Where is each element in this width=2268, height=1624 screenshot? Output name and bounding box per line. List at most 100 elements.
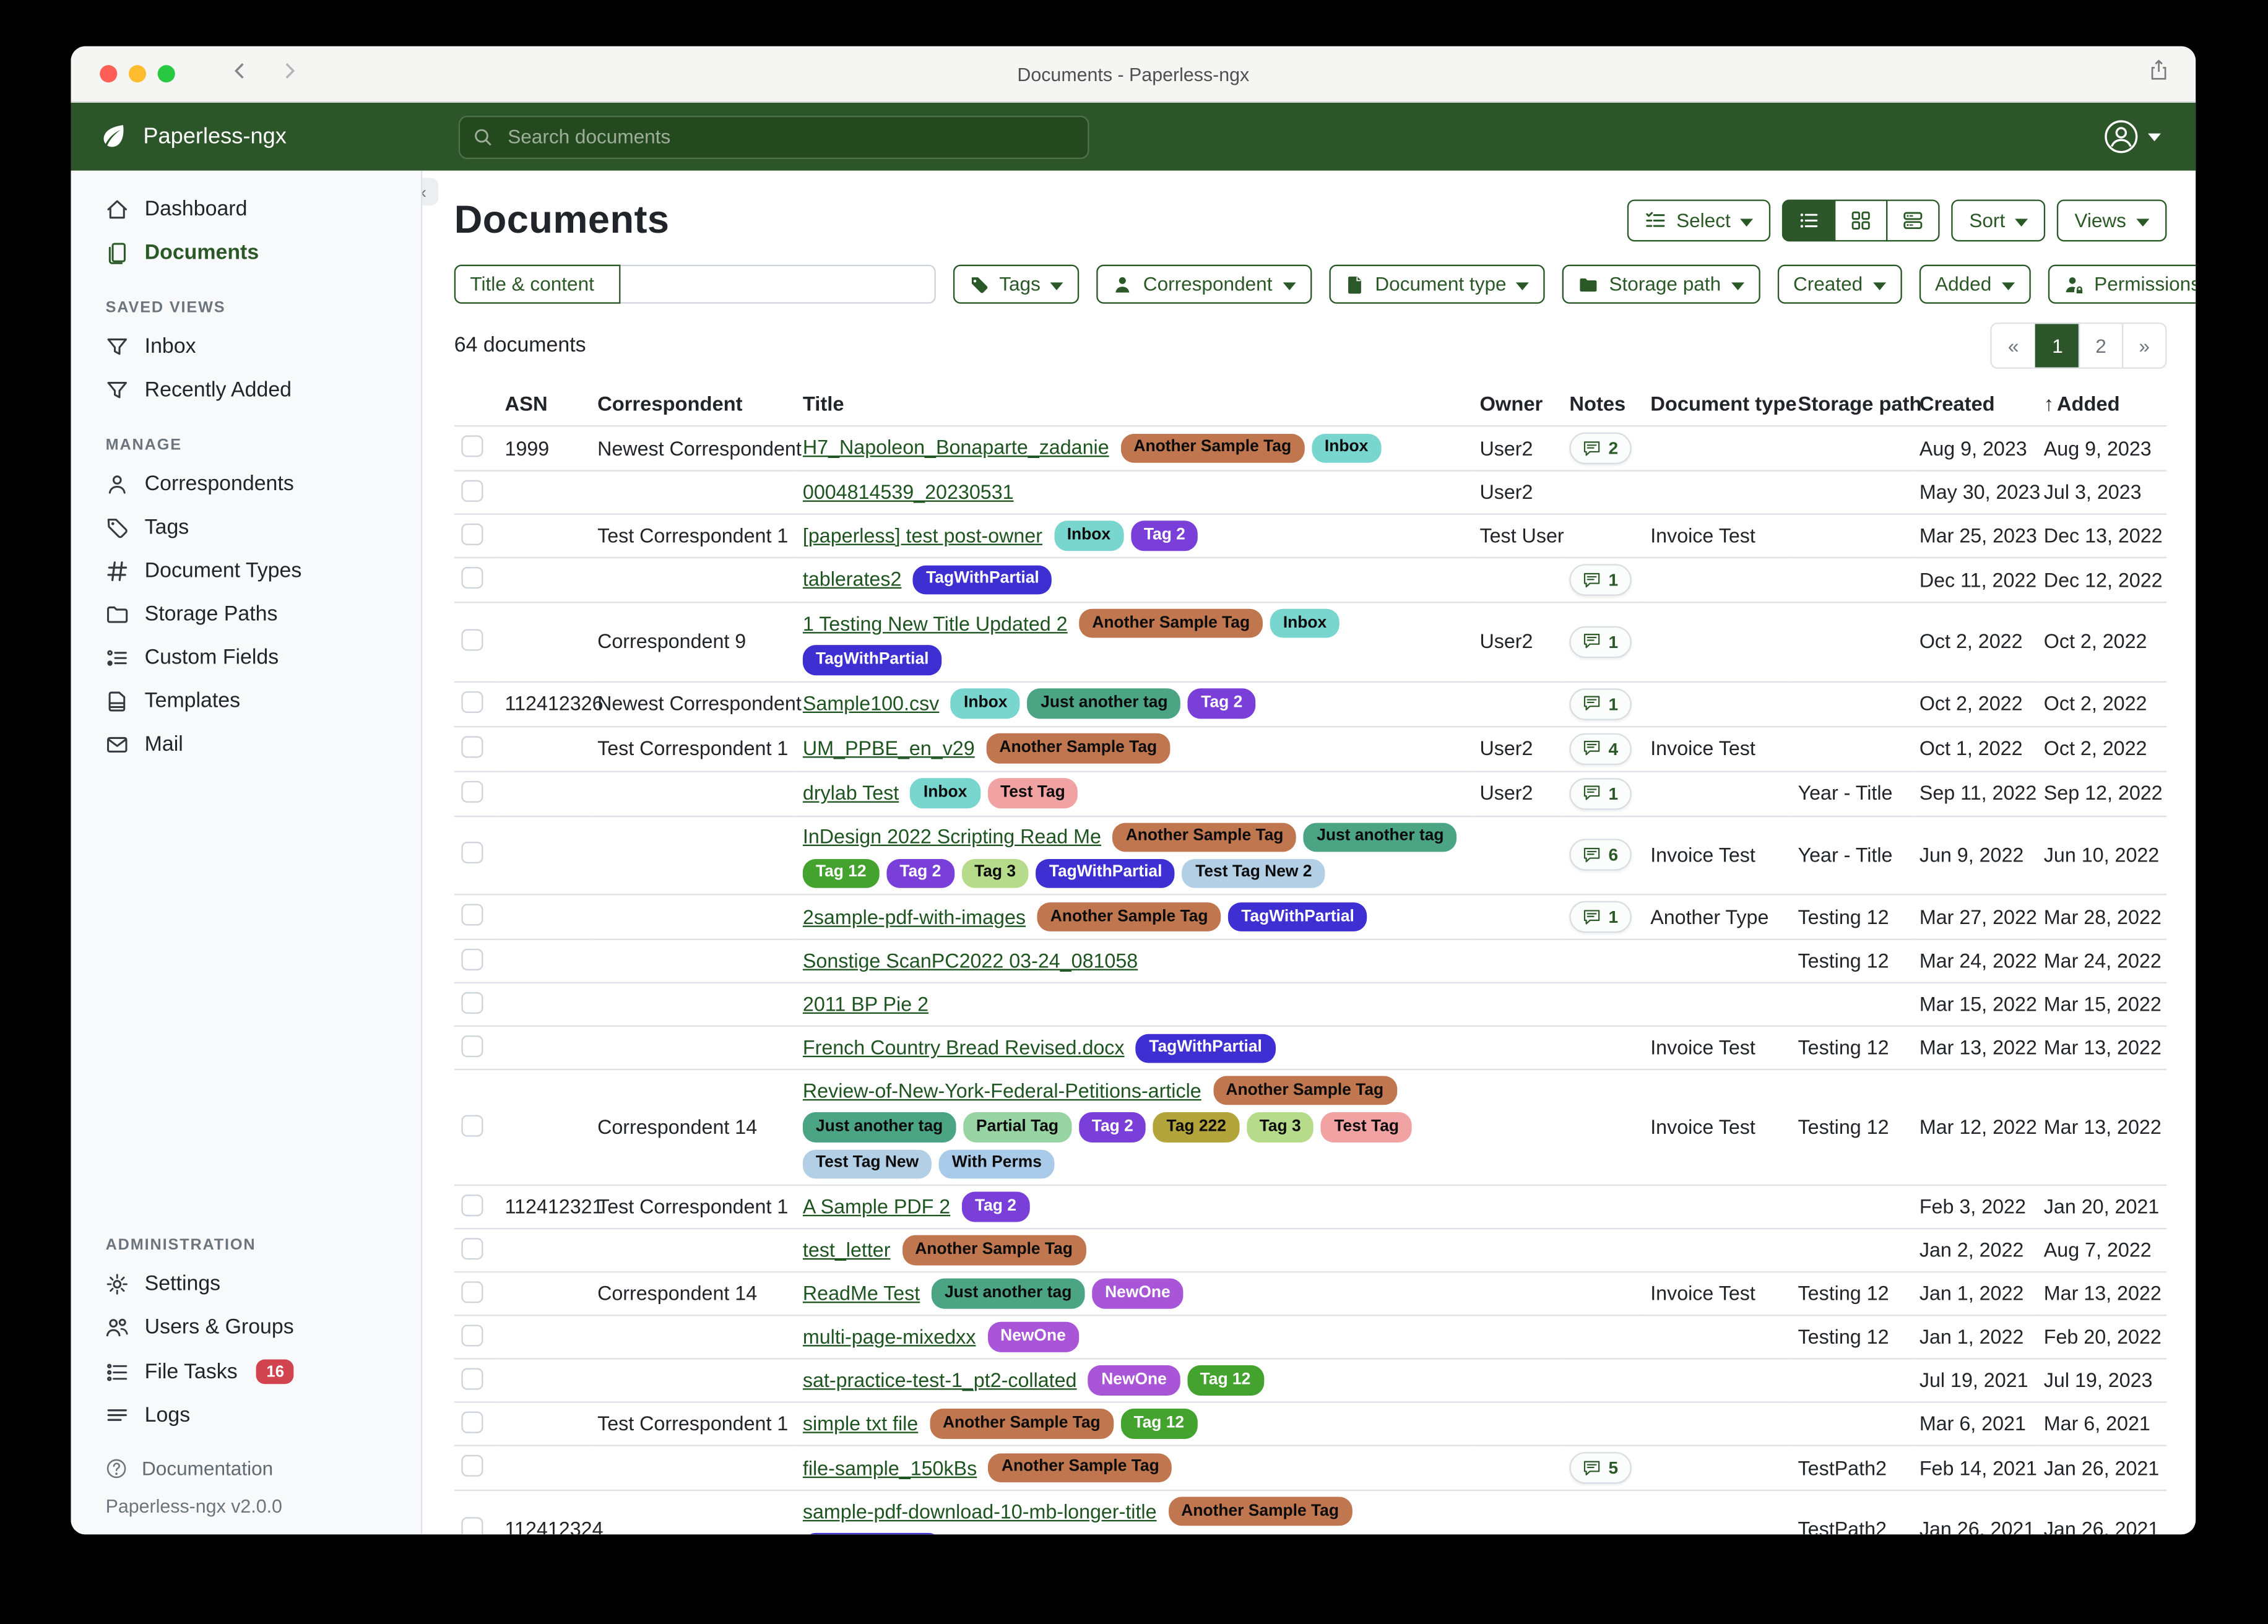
sidebar-item-dashboard[interactable]: Dashboard	[71, 188, 420, 231]
tag-badge[interactable]: Just another tag	[1028, 689, 1180, 718]
tag-badge[interactable]: Tag 12	[803, 859, 880, 888]
filter-added-button[interactable]: Added	[1919, 265, 2030, 304]
tag-badge[interactable]: Test Tag	[987, 779, 1078, 808]
tag-badge[interactable]: Just another tag	[1304, 823, 1456, 852]
sidebar-item-custom-fields[interactable]: Custom Fields	[71, 636, 420, 680]
document-title-link[interactable]: 2sample-pdf-with-images	[803, 906, 1026, 928]
tag-badge[interactable]: Another Sample Tag	[930, 1409, 1114, 1438]
tag-badge[interactable]: Tag 2	[886, 859, 954, 888]
tag-badge[interactable]: Another Sample Tag	[1037, 902, 1221, 931]
row-checkbox[interactable]	[461, 1517, 483, 1534]
document-title-link[interactable]: drylab Test	[803, 782, 899, 804]
tag-badge[interactable]: TagWithPartial	[1036, 859, 1175, 888]
row-checkbox[interactable]	[461, 567, 483, 589]
tag-badge[interactable]: TagWithPartial	[803, 646, 942, 675]
tag-badge[interactable]: Inbox	[1054, 521, 1123, 550]
sidebar-item-logs[interactable]: Logs	[71, 1394, 420, 1438]
row-checkbox[interactable]	[461, 1281, 483, 1302]
document-title-link[interactable]: 2011 BP Pie 2	[803, 994, 928, 1016]
document-title-link[interactable]: multi-page-mixedxx	[803, 1326, 976, 1348]
sidebar-item-file-tasks[interactable]: File Tasks16	[71, 1349, 420, 1394]
close-window-button[interactable]	[100, 65, 117, 82]
tag-badge[interactable]: Another Sample Tag	[989, 1453, 1172, 1482]
browser-forward-icon[interactable]	[279, 60, 300, 87]
column-header-created[interactable]: Created	[1912, 382, 2036, 426]
row-checkbox[interactable]	[461, 523, 483, 545]
document-title-link[interactable]: Review-of-New-York-Federal-Petitions-art…	[803, 1080, 1201, 1102]
notes-badge[interactable]: 1	[1569, 777, 1631, 809]
document-title-link[interactable]: file-sample_150kBs	[803, 1457, 977, 1479]
column-header-storage-path[interactable]: Storage path	[1791, 382, 1912, 426]
title-content-input[interactable]	[620, 265, 935, 304]
column-header-document-type[interactable]: Document type	[1643, 382, 1791, 426]
row-checkbox[interactable]	[461, 842, 483, 864]
document-title-link[interactable]: sat-practice-test-1_pt2-collated	[803, 1370, 1077, 1391]
row-checkbox[interactable]	[461, 780, 483, 802]
tag-badge[interactable]: Tag 2	[1131, 521, 1198, 550]
sidebar-item-documents[interactable]: Documents	[71, 231, 420, 275]
pagination-next[interactable]: »	[2122, 324, 2165, 367]
column-header-notes[interactable]: Notes	[1562, 382, 1643, 426]
document-title-link[interactable]: tablerates2	[803, 569, 902, 590]
tag-badge[interactable]: Another Sample Tag	[1168, 1497, 1352, 1526]
document-title-link[interactable]: test_letter	[803, 1240, 891, 1261]
notes-badge[interactable]: 6	[1569, 839, 1631, 871]
tag-badge[interactable]: Tag 12	[1120, 1409, 1197, 1438]
tag-badge[interactable]: Tag 2	[1188, 689, 1255, 718]
row-checkbox[interactable]	[461, 904, 483, 926]
sidebar-item-settings[interactable]: Settings	[71, 1263, 420, 1306]
grid-view-button[interactable]	[1835, 199, 1888, 241]
tag-badge[interactable]: Inbox	[911, 779, 980, 808]
filter-tags-button[interactable]: Tags	[953, 265, 1080, 304]
notes-badge[interactable]: 4	[1569, 733, 1631, 764]
tag-badge[interactable]: Another Sample Tag	[1113, 823, 1297, 852]
row-checkbox[interactable]	[461, 1324, 483, 1345]
search-input[interactable]	[505, 124, 1075, 149]
detail-view-button[interactable]	[1887, 199, 1940, 241]
document-title-link[interactable]: H7_Napoleon_Bonaparte_zadanie	[803, 438, 1109, 459]
tag-badge[interactable]: Inbox	[951, 689, 1020, 718]
tag-badge[interactable]: Just another tag	[803, 1113, 956, 1142]
sidebar-item-recently-added[interactable]: Recently Added	[71, 369, 420, 412]
row-checkbox[interactable]	[461, 480, 483, 501]
filter-document-type-button[interactable]: Document type	[1329, 265, 1546, 304]
document-title-link[interactable]: sample-pdf-download-10-mb-longer-title	[803, 1501, 1157, 1522]
tag-badge[interactable]: Tag 222	[1154, 1113, 1239, 1142]
row-checkbox[interactable]	[461, 735, 483, 757]
tag-badge[interactable]: Tag 12	[1187, 1366, 1264, 1395]
notes-badge[interactable]: 1	[1569, 564, 1631, 595]
app-brand[interactable]: Paperless-ngx	[71, 122, 458, 151]
row-checkbox[interactable]	[461, 1194, 483, 1216]
tag-badge[interactable]: Another Sample Tag	[902, 1236, 1086, 1265]
tag-badge[interactable]: NewOne	[1092, 1279, 1184, 1308]
tag-badge[interactable]: With Perms	[939, 1149, 1055, 1178]
views-button[interactable]: Views	[2057, 199, 2166, 241]
tag-badge[interactable]: Tag 2	[962, 1192, 1029, 1221]
tag-badge[interactable]: Just another tag	[932, 1279, 1084, 1308]
tag-badge[interactable]: Inbox	[1312, 434, 1381, 463]
tag-badge[interactable]: Another Sample Tag	[1079, 609, 1263, 638]
filter-storage-path-button[interactable]: Storage path	[1563, 265, 1760, 304]
tag-badge[interactable]: TagWithPartial	[913, 565, 1052, 594]
row-checkbox[interactable]	[461, 1411, 483, 1433]
user-menu[interactable]	[2103, 119, 2161, 155]
tag-badge[interactable]: Partial Tag	[963, 1113, 1071, 1142]
notes-badge[interactable]: 5	[1569, 1452, 1631, 1484]
document-title-link[interactable]: InDesign 2022 Scripting Read Me	[803, 826, 1101, 848]
share-icon[interactable]	[2148, 59, 2170, 89]
tag-badge[interactable]: Tag 3	[961, 859, 1029, 888]
row-checkbox[interactable]	[461, 629, 483, 650]
filter-correspondent-button[interactable]: Correspondent	[1097, 265, 1312, 304]
sidebar-item-storage-paths[interactable]: Storage Paths	[71, 593, 420, 636]
tag-badge[interactable]: Tag 2	[1079, 1113, 1146, 1142]
row-checkbox[interactable]	[461, 1237, 483, 1259]
pagination-page-1[interactable]: 1	[2035, 324, 2079, 367]
document-title-link[interactable]: 1 Testing New Title Updated 2	[803, 613, 1068, 634]
document-title-link[interactable]: 0004814539_20230531	[803, 482, 1014, 503]
tag-badge[interactable]: Another Sample Tag	[1213, 1076, 1396, 1105]
column-header-title[interactable]: Title	[795, 382, 1473, 426]
documentation-link[interactable]: Documentation	[71, 1438, 420, 1482]
sort-button[interactable]: Sort	[1952, 199, 2045, 241]
column-header-correspondent[interactable]: Correspondent	[590, 382, 795, 426]
filter-permissions-button[interactable]: Permissions	[2048, 265, 2196, 304]
